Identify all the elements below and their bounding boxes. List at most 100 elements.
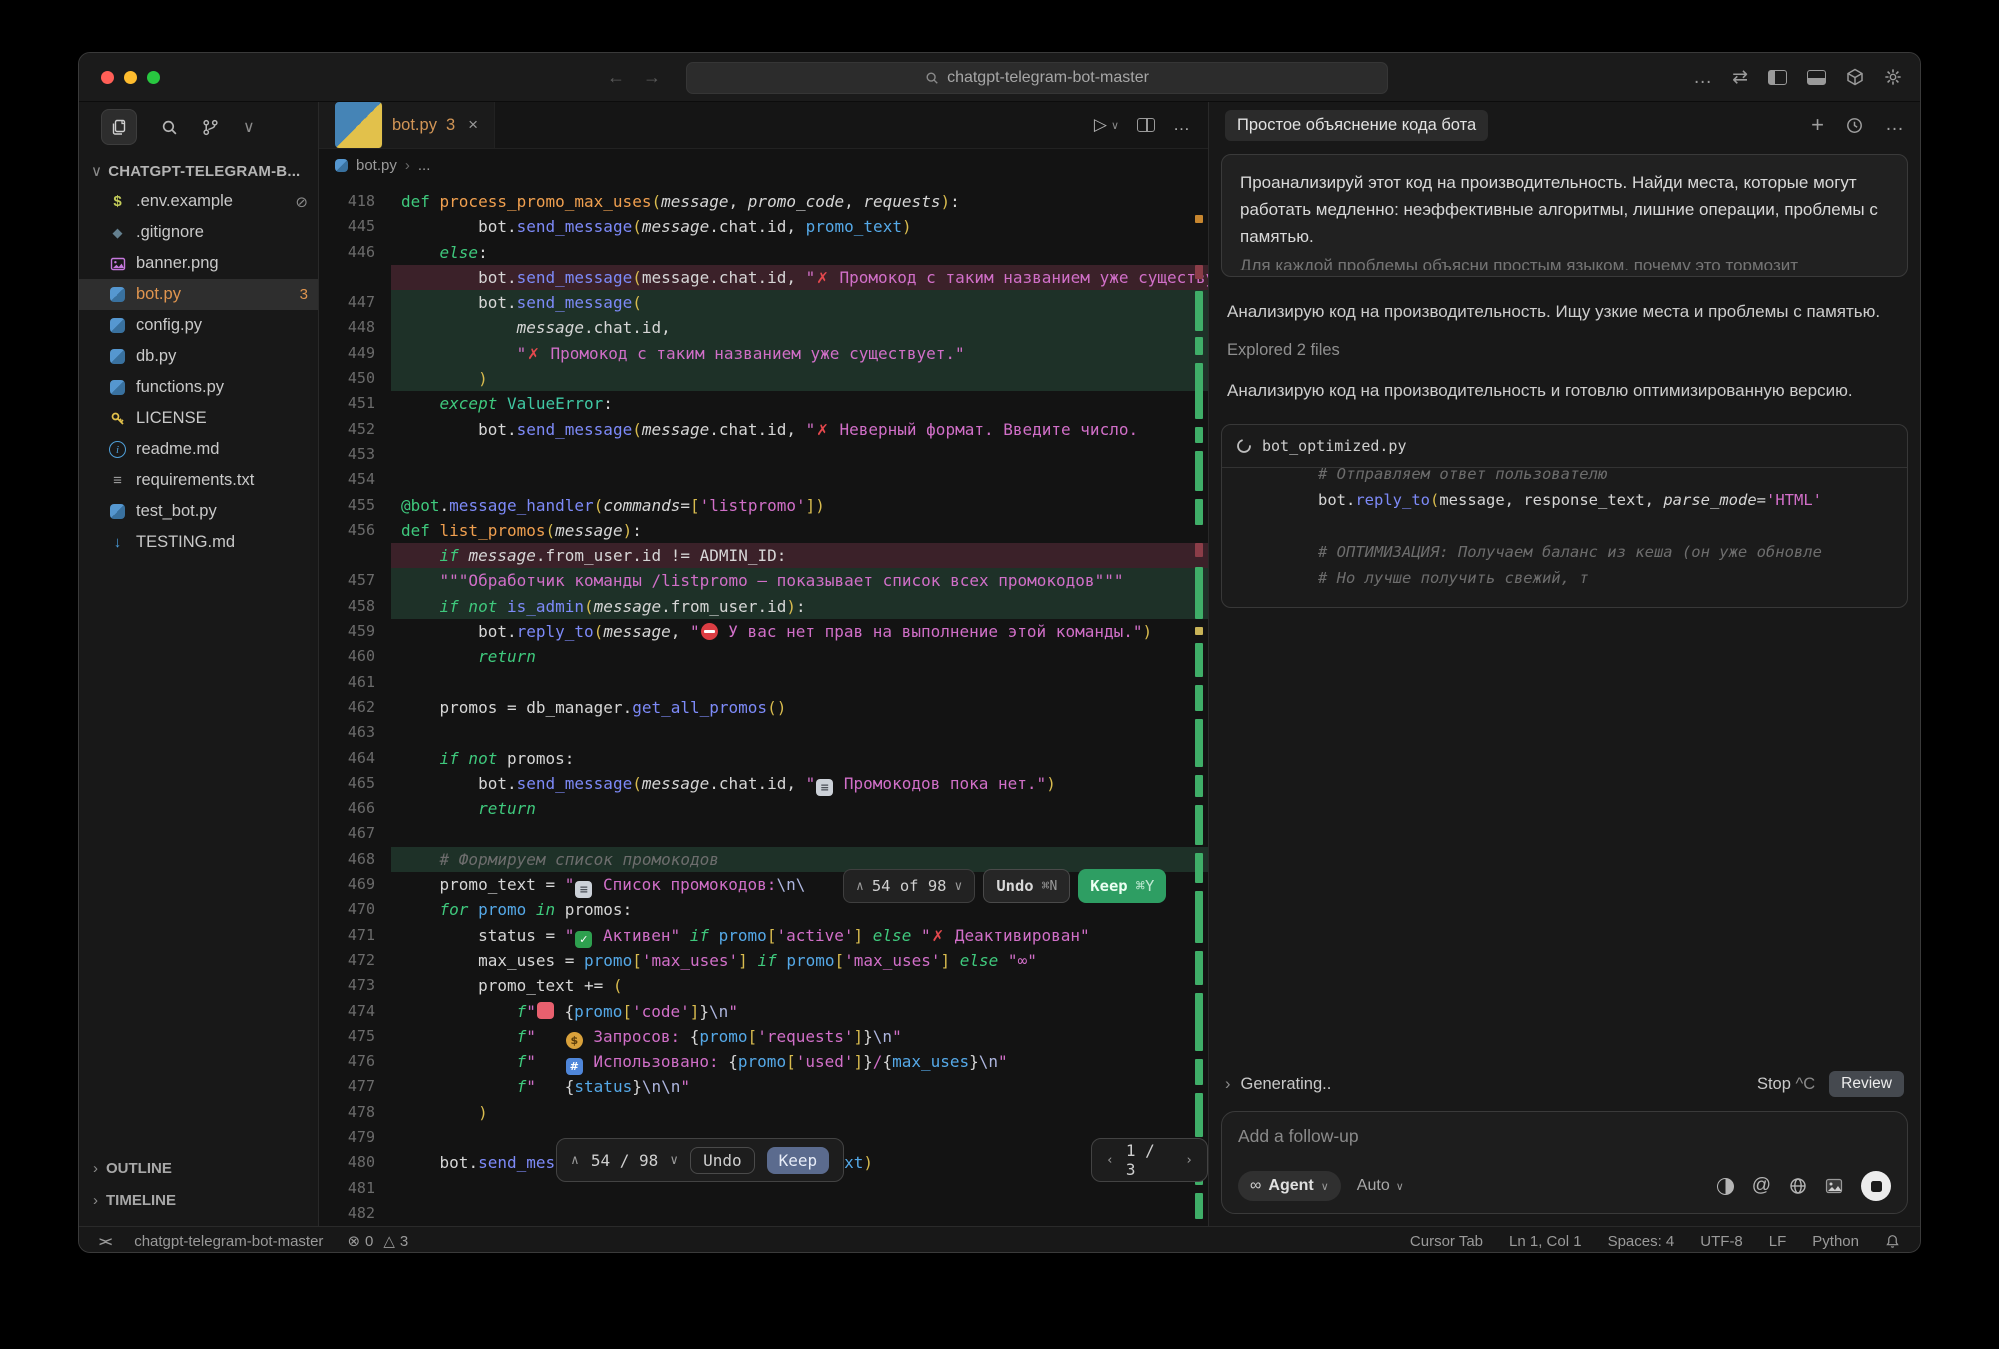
next-diff-icon[interactable]: ∨ xyxy=(670,1153,678,1168)
code-line-482[interactable]: 482 xyxy=(319,1201,1208,1226)
stop-send-button[interactable] xyxy=(1861,1171,1891,1201)
file-row-banner-png[interactable]: banner.png xyxy=(79,248,318,279)
remote-window-icon[interactable]: >< xyxy=(99,1234,110,1249)
history-back-icon[interactable]: ← xyxy=(607,67,625,88)
swap-panels-icon[interactable]: ⇄ xyxy=(1732,68,1748,87)
code-editor[interactable]: 418def process_promo_max_uses(message, p… xyxy=(319,181,1208,1226)
statusbar-python[interactable]: Python xyxy=(1812,1233,1859,1250)
explorer-files-icon[interactable] xyxy=(101,109,137,145)
code-line-461[interactable]: 461 xyxy=(319,670,1208,695)
chat-session-tab[interactable]: Простое объяснение кода бота xyxy=(1225,110,1488,141)
split-editor-icon[interactable] xyxy=(1137,118,1155,132)
model-dropdown[interactable]: Auto ∨ xyxy=(1357,1177,1404,1195)
code-line-455[interactable]: 455@bot.message_handler(commands=['listp… xyxy=(319,493,1208,518)
explored-files-label[interactable]: Explored 2 files xyxy=(1227,341,1902,360)
more-views-chevron-icon[interactable]: ∨ xyxy=(243,117,255,137)
new-chat-icon[interactable]: + xyxy=(1811,114,1824,136)
extensions-cube-icon[interactable] xyxy=(1846,68,1864,86)
next-file-icon[interactable]: › xyxy=(1185,1153,1193,1168)
tab-bot-py[interactable]: bot.py 3 × xyxy=(319,102,495,148)
workspace-name[interactable]: chatgpt-telegram-bot-master xyxy=(134,1233,323,1250)
chat-more-actions-icon[interactable]: … xyxy=(1885,114,1904,136)
statusbar-ln-1-col-1[interactable]: Ln 1, Col 1 xyxy=(1509,1233,1582,1250)
file-row-config-py[interactable]: config.py xyxy=(79,310,318,341)
code-line-418[interactable]: 418def process_promo_max_uses(message, p… xyxy=(319,189,1208,214)
breadcrumb[interactable]: bot.py › ... xyxy=(319,149,1208,181)
code-line-460[interactable]: 460 return xyxy=(319,644,1208,669)
toggle-left-panel-icon[interactable] xyxy=(1768,70,1787,85)
statusbar-cursor-tab[interactable]: Cursor Tab xyxy=(1410,1233,1483,1250)
code-line-447[interactable]: 447 bot.send_message( xyxy=(319,290,1208,315)
timeline-section[interactable]: ›TIMELINE xyxy=(93,1184,318,1216)
code-line-456[interactable]: 456def list_promos(message): xyxy=(319,518,1208,543)
history-clock-icon[interactable] xyxy=(1846,117,1863,134)
code-line-476[interactable]: 476 f" # Использовано: {promo['used']}/{… xyxy=(319,1049,1208,1074)
code-line-472[interactable]: 472 max_uses = promo['max_uses'] if prom… xyxy=(319,948,1208,973)
history-forward-icon[interactable]: → xyxy=(643,67,661,88)
code-line-464[interactable]: 464 if not promos: xyxy=(319,746,1208,771)
problems-errors[interactable]: ⊗ 0 xyxy=(347,1232,373,1250)
diff-counter[interactable]: ∧ 54 of 98 ∨ xyxy=(843,869,975,903)
breadcrumb-file[interactable]: bot.py xyxy=(356,157,397,174)
code-line-453[interactable]: 453 xyxy=(319,442,1208,467)
code-line-471[interactable]: 471 status = "✓ Активен" if promo['activ… xyxy=(319,923,1208,948)
attach-image-icon[interactable] xyxy=(1825,1177,1843,1195)
code-line-452[interactable]: 452 bot.send_message(message.chat.id, "✗… xyxy=(319,417,1208,442)
problems-warnings[interactable]: △ 3 xyxy=(383,1232,408,1250)
undo-all-button[interactable]: Undo xyxy=(690,1147,755,1174)
web-globe-icon[interactable] xyxy=(1789,1177,1807,1195)
code-line-446[interactable]: 446 else: xyxy=(319,240,1208,265)
context-usage-icon[interactable] xyxy=(1717,1178,1734,1195)
code-line-458[interactable]: 458 if not is_admin(message.from_user.id… xyxy=(319,594,1208,619)
review-button[interactable]: Review xyxy=(1829,1071,1904,1097)
editor-more-actions-icon[interactable]: … xyxy=(1173,115,1190,135)
agent-mode-dropdown[interactable]: ∞ Agent ∨ xyxy=(1238,1171,1341,1201)
file-row-bot-py[interactable]: bot.py3 xyxy=(79,279,318,310)
stop-generating-button[interactable]: Stop ^C xyxy=(1757,1075,1815,1094)
code-line-451[interactable]: 451 except ValueError: xyxy=(319,391,1208,416)
prev-diff-icon[interactable]: ∧ xyxy=(571,1153,579,1168)
code-line-466[interactable]: 466 return xyxy=(319,796,1208,821)
code-line-463[interactable]: 463 xyxy=(319,720,1208,745)
prev-file-icon[interactable]: ‹ xyxy=(1106,1153,1114,1168)
overview-ruler[interactable] xyxy=(1193,181,1205,1226)
notifications-bell-icon[interactable] xyxy=(1885,1234,1900,1249)
settings-gear-icon[interactable] xyxy=(1884,68,1902,86)
code-line-474[interactable]: 474 f" {promo['code']}\n" xyxy=(319,999,1208,1024)
code-line-457[interactable]: 457 """Обработчик команды /listpromo — п… xyxy=(319,568,1208,593)
more-actions-icon[interactable]: … xyxy=(1693,68,1712,87)
code-line-445[interactable]: 445 bot.send_message(message.chat.id, pr… xyxy=(319,214,1208,239)
breadcrumb-symbol[interactable]: ... xyxy=(418,157,431,174)
expand-chevron-icon[interactable]: › xyxy=(1225,1075,1231,1094)
mention-at-icon[interactable]: @ xyxy=(1752,1175,1771,1197)
followup-input[interactable]: Add a follow-up xyxy=(1238,1126,1891,1147)
code-line-449[interactable]: 449 "✗ Промокод с таким названием уже су… xyxy=(319,341,1208,366)
close-window-button[interactable] xyxy=(101,71,114,84)
undo-diff-button[interactable]: Undo⌘N xyxy=(983,869,1070,903)
project-root-row[interactable]: ∨ CHATGPT-TELEGRAM-B... xyxy=(79,152,318,186)
code-line-478[interactable]: 478 ) xyxy=(319,1100,1208,1125)
outline-section[interactable]: ›OUTLINE xyxy=(93,1152,318,1184)
code-line-462[interactable]: 462 promos = db_manager.get_all_promos() xyxy=(319,695,1208,720)
code-line-467[interactable]: 467 xyxy=(319,821,1208,846)
code-line-450[interactable]: 450 ) xyxy=(319,366,1208,391)
code-line-459[interactable]: 459 bot.reply_to(message, " У вас нет пр… xyxy=(319,619,1208,644)
code-line-477[interactable]: 477 f" {status}\n\n" xyxy=(319,1074,1208,1099)
keep-all-button[interactable]: Keep xyxy=(767,1147,830,1174)
file-row-test-bot-py[interactable]: test_bot.py xyxy=(79,496,318,527)
file-row-functions-py[interactable]: functions.py xyxy=(79,372,318,403)
code-line-454[interactable]: 454 xyxy=(319,467,1208,492)
file-row-testing-md[interactable]: ↓TESTING.md xyxy=(79,527,318,558)
close-tab-icon[interactable]: × xyxy=(468,115,478,135)
toggle-bottom-panel-icon[interactable] xyxy=(1807,70,1826,85)
run-python-file-button[interactable]: ▷ ∨ xyxy=(1094,115,1119,135)
search-panel-icon[interactable] xyxy=(161,119,178,136)
file-row--gitignore[interactable]: ◆.gitignore xyxy=(79,217,318,248)
file-row-license[interactable]: LICENSE xyxy=(79,403,318,434)
code-line-475[interactable]: 475 f" $ Запросов: {promo['requests']}\n… xyxy=(319,1024,1208,1049)
zoom-window-button[interactable] xyxy=(147,71,160,84)
command-center-search[interactable]: chatgpt-telegram-bot-master xyxy=(686,62,1388,94)
minimize-window-button[interactable] xyxy=(124,71,137,84)
chat-input-box[interactable]: Add a follow-up ∞ Agent ∨ Auto ∨ xyxy=(1221,1111,1908,1214)
statusbar-lf[interactable]: LF xyxy=(1769,1233,1787,1250)
